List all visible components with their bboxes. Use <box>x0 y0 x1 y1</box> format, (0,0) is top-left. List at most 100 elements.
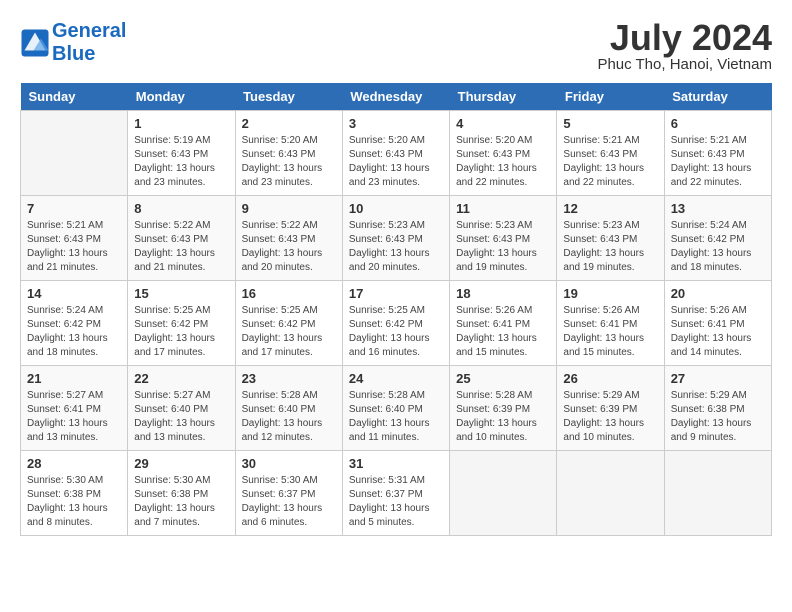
day-number: 16 <box>242 286 336 301</box>
table-row: 14 Sunrise: 5:24 AM Sunset: 6:42 PM Dayli… <box>21 281 128 366</box>
table-row: 20 Sunrise: 5:26 AM Sunset: 6:41 PM Dayli… <box>664 281 771 366</box>
day-number: 20 <box>671 286 765 301</box>
header-saturday: Saturday <box>664 83 771 111</box>
header-friday: Friday <box>557 83 664 111</box>
day-number: 19 <box>563 286 657 301</box>
table-row: 24 Sunrise: 5:28 AM Sunset: 6:40 PM Dayli… <box>342 366 449 451</box>
table-row: 17Sunrise: 5:25 AM Sunset: 6:42 PM Dayli… <box>342 281 449 366</box>
day-info: Sunrise: 5:20 AM Sunset: 6:43 PM Dayligh… <box>242 134 336 190</box>
day-number: 25 <box>456 371 550 386</box>
day-number: 1 <box>134 116 228 131</box>
day-number: 13 <box>671 201 765 216</box>
table-row <box>557 451 664 536</box>
table-row: 25 Sunrise: 5:28 AM Sunset: 6:39 PM Dayli… <box>450 366 557 451</box>
day-number: 29 <box>134 456 228 471</box>
title-block: July 2024 Phuc Tho, Hanoi, Vietnam <box>597 20 772 73</box>
table-row: 6 Sunrise: 5:21 AM Sunset: 6:43 PM Daylig… <box>664 111 771 196</box>
week-row-4: 21 Sunrise: 5:27 AM Sunset: 6:41 PM Dayli… <box>21 366 772 451</box>
day-number: 8 <box>134 201 228 216</box>
table-row: 19 Sunrise: 5:26 AM Sunset: 6:41 PM Dayli… <box>557 281 664 366</box>
day-info: Sunrise: 5:29 AM Sunset: 6:39 PM Dayligh… <box>563 389 657 445</box>
table-row: 27Sunrise: 5:29 AM Sunset: 6:38 PM Dayli… <box>664 366 771 451</box>
day-info: Sunrise: 5:28 AM Sunset: 6:40 PM Dayligh… <box>242 389 336 445</box>
table-row: 23 Sunrise: 5:28 AM Sunset: 6:40 PM Dayli… <box>235 366 342 451</box>
day-info: Sunrise: 5:21 AM Sunset: 6:43 PM Dayligh… <box>671 134 765 190</box>
day-info: Sunrise: 5:28 AM Sunset: 6:40 PM Dayligh… <box>349 389 443 445</box>
day-number: 4 <box>456 116 550 131</box>
day-number: 6 <box>671 116 765 131</box>
table-row: 1 Sunrise: 5:19 AM Sunset: 6:43 PM Daylig… <box>128 111 235 196</box>
week-row-1: 1 Sunrise: 5:19 AM Sunset: 6:43 PM Daylig… <box>21 111 772 196</box>
day-number: 5 <box>563 116 657 131</box>
day-info: Sunrise: 5:23 AM Sunset: 6:43 PM Dayligh… <box>456 219 550 275</box>
table-row: 18Sunrise: 5:26 AM Sunset: 6:41 PM Dayli… <box>450 281 557 366</box>
table-row <box>664 451 771 536</box>
day-number: 22 <box>134 371 228 386</box>
table-row: 10 Sunrise: 5:23 AM Sunset: 6:43 PM Dayli… <box>342 196 449 281</box>
day-number: 30 <box>242 456 336 471</box>
table-row: 22 Sunrise: 5:27 AM Sunset: 6:40 PM Dayli… <box>128 366 235 451</box>
day-number: 7 <box>27 201 121 216</box>
table-row: 30Sunrise: 5:30 AM Sunset: 6:37 PM Dayli… <box>235 451 342 536</box>
day-number: 15 <box>134 286 228 301</box>
weekday-header-row: Sunday Monday Tuesday Wednesday Thursday… <box>21 83 772 111</box>
table-row: 12Sunrise: 5:23 AM Sunset: 6:43 PM Dayli… <box>557 196 664 281</box>
table-row: 15 Sunrise: 5:25 AM Sunset: 6:42 PM Dayli… <box>128 281 235 366</box>
day-info: Sunrise: 5:25 AM Sunset: 6:42 PM Dayligh… <box>134 304 228 360</box>
day-info: Sunrise: 5:26 AM Sunset: 6:41 PM Dayligh… <box>671 304 765 360</box>
location: Phuc Tho, Hanoi, Vietnam <box>597 56 772 73</box>
header-sunday: Sunday <box>21 83 128 111</box>
day-number: 21 <box>27 371 121 386</box>
day-number: 3 <box>349 116 443 131</box>
table-row: 13Sunrise: 5:24 AM Sunset: 6:42 PM Dayli… <box>664 196 771 281</box>
day-info: Sunrise: 5:30 AM Sunset: 6:38 PM Dayligh… <box>134 474 228 530</box>
header-monday: Monday <box>128 83 235 111</box>
table-row: 26 Sunrise: 5:29 AM Sunset: 6:39 PM Dayli… <box>557 366 664 451</box>
day-info: Sunrise: 5:23 AM Sunset: 6:43 PM Dayligh… <box>349 219 443 275</box>
day-info: Sunrise: 5:22 AM Sunset: 6:43 PM Dayligh… <box>242 219 336 275</box>
day-number: 10 <box>349 201 443 216</box>
logo-icon <box>20 28 50 58</box>
day-info: Sunrise: 5:27 AM Sunset: 6:40 PM Dayligh… <box>134 389 228 445</box>
day-info: Sunrise: 5:25 AM Sunset: 6:42 PM Dayligh… <box>242 304 336 360</box>
table-row: 2Sunrise: 5:20 AM Sunset: 6:43 PM Daylig… <box>235 111 342 196</box>
day-info: Sunrise: 5:30 AM Sunset: 6:38 PM Dayligh… <box>27 474 121 530</box>
table-row: 16 Sunrise: 5:25 AM Sunset: 6:42 PM Dayli… <box>235 281 342 366</box>
logo: General Blue <box>20 20 126 66</box>
table-row: 5 Sunrise: 5:21 AM Sunset: 6:43 PM Daylig… <box>557 111 664 196</box>
day-info: Sunrise: 5:21 AM Sunset: 6:43 PM Dayligh… <box>27 219 121 275</box>
day-number: 17 <box>349 286 443 301</box>
week-row-5: 28 Sunrise: 5:30 AM Sunset: 6:38 PM Dayli… <box>21 451 772 536</box>
day-number: 24 <box>349 371 443 386</box>
day-number: 23 <box>242 371 336 386</box>
day-info: Sunrise: 5:22 AM Sunset: 6:43 PM Dayligh… <box>134 219 228 275</box>
day-number: 27 <box>671 371 765 386</box>
day-number: 9 <box>242 201 336 216</box>
day-info: Sunrise: 5:23 AM Sunset: 6:43 PM Dayligh… <box>563 219 657 275</box>
day-number: 14 <box>27 286 121 301</box>
table-row: 21 Sunrise: 5:27 AM Sunset: 6:41 PM Dayli… <box>21 366 128 451</box>
day-info: Sunrise: 5:21 AM Sunset: 6:43 PM Dayligh… <box>563 134 657 190</box>
table-row: 8 Sunrise: 5:22 AM Sunset: 6:43 PM Daylig… <box>128 196 235 281</box>
day-info: Sunrise: 5:31 AM Sunset: 6:37 PM Dayligh… <box>349 474 443 530</box>
day-info: Sunrise: 5:28 AM Sunset: 6:39 PM Dayligh… <box>456 389 550 445</box>
table-row: 4 Sunrise: 5:20 AM Sunset: 6:43 PM Daylig… <box>450 111 557 196</box>
table-row: 9 Sunrise: 5:22 AM Sunset: 6:43 PM Daylig… <box>235 196 342 281</box>
day-info: Sunrise: 5:20 AM Sunset: 6:43 PM Dayligh… <box>349 134 443 190</box>
day-number: 26 <box>563 371 657 386</box>
day-info: Sunrise: 5:27 AM Sunset: 6:41 PM Dayligh… <box>27 389 121 445</box>
day-info: Sunrise: 5:26 AM Sunset: 6:41 PM Dayligh… <box>563 304 657 360</box>
month-title: July 2024 <box>597 20 772 56</box>
week-row-2: 7 Sunrise: 5:21 AM Sunset: 6:43 PM Daylig… <box>21 196 772 281</box>
day-number: 28 <box>27 456 121 471</box>
day-number: 11 <box>456 201 550 216</box>
table-row: 29 Sunrise: 5:30 AM Sunset: 6:38 PM Dayli… <box>128 451 235 536</box>
day-info: Sunrise: 5:26 AM Sunset: 6:41 PM Dayligh… <box>456 304 550 360</box>
header-thursday: Thursday <box>450 83 557 111</box>
day-info: Sunrise: 5:19 AM Sunset: 6:43 PM Dayligh… <box>134 134 228 190</box>
header-wednesday: Wednesday <box>342 83 449 111</box>
day-info: Sunrise: 5:20 AM Sunset: 6:43 PM Dayligh… <box>456 134 550 190</box>
day-info: Sunrise: 5:24 AM Sunset: 6:42 PM Dayligh… <box>27 304 121 360</box>
table-row: 3 Sunrise: 5:20 AM Sunset: 6:43 PM Daylig… <box>342 111 449 196</box>
week-row-3: 14 Sunrise: 5:24 AM Sunset: 6:42 PM Dayli… <box>21 281 772 366</box>
